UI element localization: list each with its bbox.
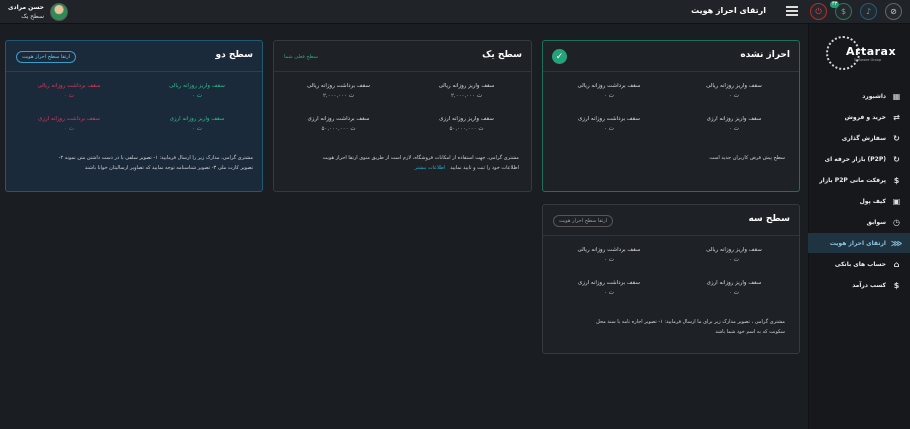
card-title: احراز نشده xyxy=(740,50,790,60)
stat-withdraw-crypto: سقف برداشت روزانه ارزی ۵۰,۰۰۰,۰۰۰ ت xyxy=(307,116,370,132)
notification-badge: ۴۳ xyxy=(830,1,840,8)
user-profile[interactable]: حسن مرادی سطح یک xyxy=(8,3,68,21)
page-title: ارتقای احراز هویت xyxy=(691,6,766,15)
stat-withdraw-rial: سقف برداشت روزانه ریالی ۰ ت xyxy=(37,83,101,99)
dollar-notification-icon[interactable]: $۴۳ xyxy=(830,1,852,20)
stat-deposit-crypto: سقف واریز روزانه ارزی ۰ ت xyxy=(706,116,762,132)
swap-icon: ⇄ xyxy=(893,112,900,122)
top-bar: حسن مرادی سطح یک ⏻ $۴۳ ♪ ⊘ ارتقای احراز … xyxy=(0,0,910,24)
upgrade-level-button[interactable]: ارتقا سطح احراز هویت xyxy=(16,51,77,63)
card-level-two: ارتقا سطح احراز هویت سطح دو سقف واریز رو… xyxy=(5,40,263,192)
sidebar-item-p2p[interactable]: بازار حرفه ای (P2P) ↻ xyxy=(808,149,910,169)
card-title: سطح دو xyxy=(215,50,253,60)
sidebar: Artarax Software Group داشبورد ▦ خرید و ف… xyxy=(808,24,910,429)
mute-icon[interactable]: ⊘ xyxy=(885,3,902,20)
sidebar-item-wallet[interactable]: کیف پول ▣ xyxy=(808,191,910,211)
sidebar-item-verification[interactable]: ارتقای احراز هویت ⋙ xyxy=(808,233,910,253)
card-note: سطح پیش فرض کاربران جدید است xyxy=(709,155,785,161)
sync-icon: ↻ xyxy=(893,154,900,164)
sidebar-menu: داشبورد ▦ خرید و فروش ⇄ سفارش گذاری ↻ بازار… xyxy=(808,86,910,296)
stat-deposit-rial: سقف واریز روزانه ریالی ۰ ت xyxy=(706,83,762,99)
bell-icon[interactable]: ♪ xyxy=(860,3,877,20)
stat-withdraw-crypto: سقف برداشت روزانه ارزی ۰ ت xyxy=(577,280,640,296)
sidebar-item-buy-sell[interactable]: خرید و فروش ⇄ xyxy=(808,107,910,127)
bank-icon: ⌂ xyxy=(893,259,900,269)
card-note: مشتری گرامی، جهت استفاده از امکانات فروش… xyxy=(322,155,519,171)
card-note: مشتری گرامی، مدارک زیر را ارسال فرمایید:… xyxy=(58,155,253,171)
sidebar-item-earn[interactable]: کسب درآمد $ xyxy=(808,275,910,295)
sync-icon: ↻ xyxy=(893,133,900,143)
card-unverified: ✓ احراز نشده سقف واریز روزانه ریالی ۰ ت س… xyxy=(542,40,800,192)
wallet-icon: ▣ xyxy=(892,196,901,206)
card-title: سطح یک xyxy=(482,50,522,60)
card-note: مشتری گرامی ، تصویر مدارک زیر برای ما ار… xyxy=(596,319,785,335)
sidebar-item-dashboard[interactable]: داشبورد ▦ xyxy=(808,86,910,106)
logo: Artarax Software Group xyxy=(826,36,896,70)
sidebar-item-perfect-money[interactable]: بازار P2P پرفکت مانی $ xyxy=(808,170,910,190)
stat-withdraw-crypto: سقف برداشت روزانه ارزی ۰ ت xyxy=(37,116,100,132)
check-icon: ✓ xyxy=(552,49,567,64)
card-title: سطح سه xyxy=(748,214,790,224)
sidebar-item-orders[interactable]: سفارش گذاری ↻ xyxy=(808,128,910,148)
stat-withdraw-rial: سقف برداشت روزانه ریالی ۲,۰۰۰,۰۰۰ ت xyxy=(307,83,370,99)
power-icon[interactable]: ⏻ xyxy=(810,3,827,20)
menu-toggle-icon[interactable] xyxy=(786,6,798,16)
user-level: سطح یک xyxy=(21,13,44,20)
verify-icon: ⋙ xyxy=(890,238,903,248)
dashboard-icon: ▦ xyxy=(892,91,901,101)
sidebar-item-bank-accounts[interactable]: حساب های بانکی ⌂ xyxy=(808,254,910,274)
stat-deposit-rial: سقف واریز روزانه ریالی ۰ ت xyxy=(169,83,225,99)
more-info-link[interactable]: اطلاعات بیشتر xyxy=(415,165,446,171)
stat-deposit-crypto: سقف واریز روزانه ارزی ۰ ت xyxy=(706,280,762,296)
stat-deposit-rial: سقف واریز روزانه ریالی ۰ ت xyxy=(706,247,762,263)
sidebar-item-history[interactable]: سوابق ◷ xyxy=(808,212,910,232)
stat-deposit-crypto: سقف واریز روزانه ارزی ۰ ت xyxy=(169,116,225,132)
history-icon: ◷ xyxy=(893,217,900,227)
stat-withdraw-rial: سقف برداشت روزانه ریالی ۰ ت xyxy=(577,247,641,263)
dollar-icon: $ xyxy=(893,280,900,290)
card-level-one: سطح فعلی شما سطح یک سقف واریز روزانه ریا… xyxy=(273,40,532,192)
avatar[interactable] xyxy=(50,3,68,21)
stat-deposit-rial: سقف واریز روزانه ریالی ۲,۰۰۰,۰۰۰ ت xyxy=(438,83,495,99)
stat-withdraw-crypto: سقف برداشت روزانه ارزی ۰ ت xyxy=(577,116,640,132)
user-name: حسن مرادی xyxy=(8,4,44,11)
current-level-label: سطح فعلی شما xyxy=(284,54,318,60)
upgrade-level-button[interactable]: ارتقا سطح احراز هویت xyxy=(553,215,614,227)
card-level-three: ارتقا سطح احراز هویت سطح سه سقف واریز رو… xyxy=(542,204,800,354)
stat-withdraw-rial: سقف برداشت روزانه ریالی ۰ ت xyxy=(577,83,641,99)
dollar-icon: $ xyxy=(893,175,900,185)
stat-deposit-crypto: سقف واریز روزانه ارزی ۵۰,۰۰۰,۰۰۰ ت xyxy=(439,116,494,132)
